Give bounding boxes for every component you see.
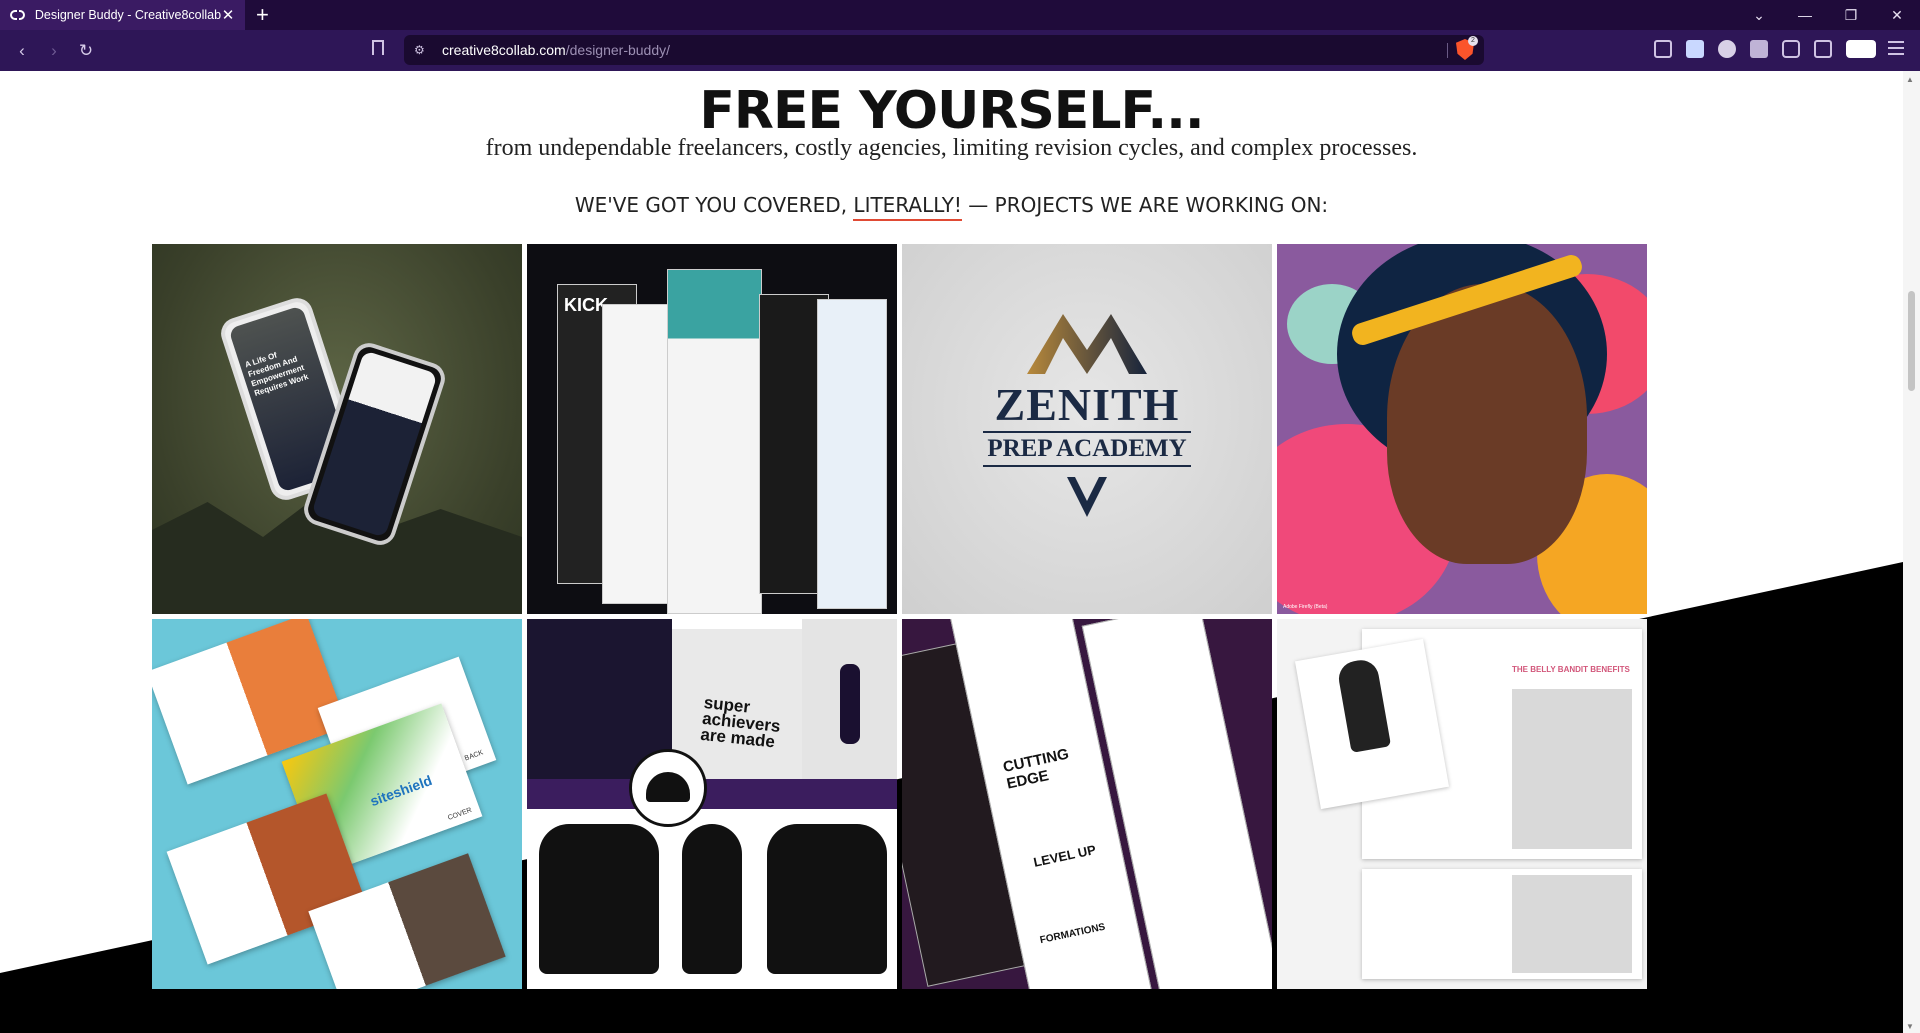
zenith-logo: ZENITH PREP ACADEMY bbox=[902, 314, 1272, 517]
siteshield-brand: siteshield bbox=[367, 772, 435, 810]
new-tab-button[interactable]: + bbox=[256, 3, 269, 27]
address-bar[interactable]: ⚙ creative8collab.com /designer-buddy/ bbox=[404, 35, 1484, 65]
portfolio-item-brochures[interactable]: BACK siteshield COVER bbox=[152, 619, 522, 989]
cap-badge bbox=[629, 749, 707, 827]
scroll-up-icon[interactable]: ▲ bbox=[1906, 75, 1914, 84]
formations-text: FORMATIONS bbox=[1039, 921, 1107, 947]
menu-icon[interactable] bbox=[1888, 41, 1904, 55]
shields-count-badge: 2 bbox=[1468, 36, 1478, 46]
forward-icon[interactable]: › bbox=[42, 39, 66, 63]
catalog-cover bbox=[1294, 638, 1450, 810]
projects-heading-emphasis: LITERALLY! bbox=[853, 193, 962, 221]
portfolio-item-catalog[interactable]: THE BELLY BANDIT BENEFITS bbox=[1277, 619, 1647, 989]
page-scrollbar[interactable]: ▲ ▼ bbox=[1903, 71, 1920, 1033]
portfolio-item-mobile-app[interactable]: A Life Of Freedom And Empowerment Requir… bbox=[152, 244, 522, 614]
water-bottle bbox=[840, 664, 860, 744]
url-path: /designer-buddy/ bbox=[565, 42, 671, 58]
image-caption: Adobe Firefly (Beta) bbox=[1283, 604, 1328, 610]
tote-text: super achievers are made bbox=[699, 692, 782, 752]
bottle-panel bbox=[802, 619, 897, 779]
minimize-icon[interactable]: — bbox=[1782, 0, 1828, 30]
portfolio-item-zenith-logo[interactable]: ZENITH PREP ACADEMY bbox=[902, 244, 1272, 614]
cover-label: COVER bbox=[447, 806, 473, 822]
portfolio-item-beauty-websites[interactable]: CUTTING EDGE LEVEL UP FORMATIONS bbox=[902, 619, 1272, 989]
catalog-photos-2 bbox=[1512, 875, 1632, 973]
level-up-text: LEVEL UP bbox=[1032, 841, 1098, 870]
page-title: FREE YOURSELF... bbox=[699, 81, 1204, 141]
web-page-teal bbox=[667, 269, 762, 614]
mountain-logo-icon bbox=[1027, 314, 1147, 374]
logo-subtitle: PREP ACADEMY bbox=[983, 431, 1191, 467]
divider bbox=[1447, 43, 1448, 58]
page-subtitle: from undependable freelancers, costly ag… bbox=[485, 135, 1418, 161]
page-content: FREE YOURSELF... from undependable freel… bbox=[0, 71, 1903, 1033]
scrollbar-thumb[interactable] bbox=[1908, 291, 1915, 391]
catalog-spread-2 bbox=[1362, 869, 1642, 979]
cutting-edge-text: CUTTING EDGE bbox=[1001, 745, 1071, 793]
projects-heading: WE'VE GOT YOU COVERED, LITERALLY! — PROJ… bbox=[0, 193, 1903, 221]
tab-close-icon[interactable]: ✕ bbox=[221, 6, 235, 24]
mask-icon[interactable] bbox=[1718, 40, 1736, 58]
page-icon[interactable] bbox=[1686, 40, 1704, 58]
catalog-heading: THE BELLY BANDIT BENEFITS bbox=[1512, 665, 1630, 674]
tab-title: Designer Buddy - Creative8collab bbox=[34, 8, 222, 22]
hoodie-front bbox=[539, 824, 659, 974]
bodysuit-photo bbox=[1336, 657, 1392, 753]
hoodie-back bbox=[767, 824, 887, 974]
hoodie-side bbox=[682, 824, 742, 974]
back-icon[interactable]: ‹ bbox=[10, 39, 34, 63]
back-label: BACK bbox=[463, 749, 485, 763]
site-favicon-icon bbox=[10, 10, 25, 20]
projects-heading-suffix: — PROJECTS WE ARE WORKING ON: bbox=[961, 193, 1329, 217]
cap-icon bbox=[646, 772, 690, 802]
portfolio-item-website-mockups[interactable]: KICK bbox=[527, 244, 897, 614]
site-info-icon[interactable]: ⚙ bbox=[414, 43, 432, 57]
purple-strip bbox=[527, 779, 897, 809]
puzzle-icon[interactable] bbox=[1782, 40, 1800, 58]
chevron-down-icon[interactable]: ⌄ bbox=[1736, 0, 1782, 30]
url-domain: creative8collab.com bbox=[442, 42, 566, 58]
sidebar-icon[interactable] bbox=[1814, 40, 1832, 58]
feather-icon[interactable] bbox=[1750, 40, 1768, 58]
glasses-icon[interactable] bbox=[1846, 40, 1876, 58]
web-page-blue bbox=[817, 299, 887, 609]
camera-icon[interactable] bbox=[1654, 40, 1672, 58]
reload-icon[interactable]: ↻ bbox=[74, 39, 98, 63]
tab-strip: Designer Buddy - Creative8collab ✕ + ⌄ —… bbox=[0, 0, 1920, 30]
portfolio-item-apparel[interactable]: super achievers are made bbox=[527, 619, 897, 989]
restore-icon[interactable]: ❐ bbox=[1828, 0, 1874, 30]
logo-name: ZENITH bbox=[994, 379, 1180, 430]
portfolio-item-illustration[interactable]: Adobe Firefly (Beta) bbox=[1277, 244, 1647, 614]
catalog-photos bbox=[1512, 689, 1632, 849]
scroll-down-icon[interactable]: ▼ bbox=[1906, 1022, 1914, 1031]
tab-designer-buddy[interactable]: Designer Buddy - Creative8collab ✕ bbox=[0, 0, 245, 30]
bookmark-icon[interactable] bbox=[372, 40, 384, 55]
projects-heading-prefix: WE'VE GOT YOU COVERED, bbox=[574, 193, 854, 217]
close-icon[interactable]: ✕ bbox=[1874, 0, 1920, 30]
chevron-logo-icon bbox=[1067, 477, 1107, 517]
